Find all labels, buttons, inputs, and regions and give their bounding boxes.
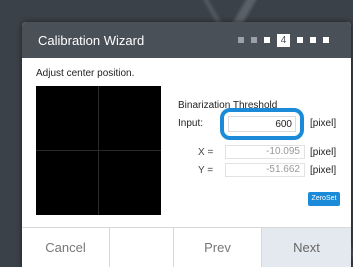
step-current-indicator: 4 xyxy=(277,33,290,47)
step-1-indicator xyxy=(238,37,244,43)
step-7-indicator xyxy=(323,37,329,43)
y-value-field: -51.662 xyxy=(225,163,305,177)
next-button[interactable]: Next xyxy=(262,228,351,267)
y-label: Y = xyxy=(198,165,214,176)
step-5-indicator xyxy=(297,37,303,43)
zeroset-button[interactable]: ZeroSet xyxy=(308,192,340,206)
step-6-indicator xyxy=(310,37,316,43)
step-indicator: 4 xyxy=(238,33,329,47)
camera-view xyxy=(36,86,161,215)
y-unit: [pixel] xyxy=(310,165,337,176)
cancel-button[interactable]: Cancel xyxy=(22,228,110,267)
instruction-text: Adjust center position. xyxy=(36,68,135,79)
calibration-wizard-dialog: Calibration Wizard 4 Adjust center posit… xyxy=(22,22,351,267)
x-value-field: -10.095 xyxy=(225,145,305,159)
threshold-input[interactable] xyxy=(228,116,296,132)
dialog-title: Calibration Wizard xyxy=(38,32,145,48)
step-3-indicator xyxy=(264,37,270,43)
threshold-input-label: Input: xyxy=(178,118,204,129)
prev-button[interactable]: Prev xyxy=(174,228,262,267)
step-2-indicator xyxy=(251,37,257,43)
dialog-footer: Cancel Prev Next xyxy=(22,227,351,267)
dialog-titlebar: Calibration Wizard 4 xyxy=(22,22,351,58)
crosshair-horizontal xyxy=(36,150,161,151)
threshold-unit: [pixel] xyxy=(310,118,337,129)
footer-spacer xyxy=(110,228,174,267)
threshold-input-highlight xyxy=(220,108,304,140)
x-label: X = xyxy=(198,147,214,158)
x-unit: [pixel] xyxy=(310,147,337,158)
